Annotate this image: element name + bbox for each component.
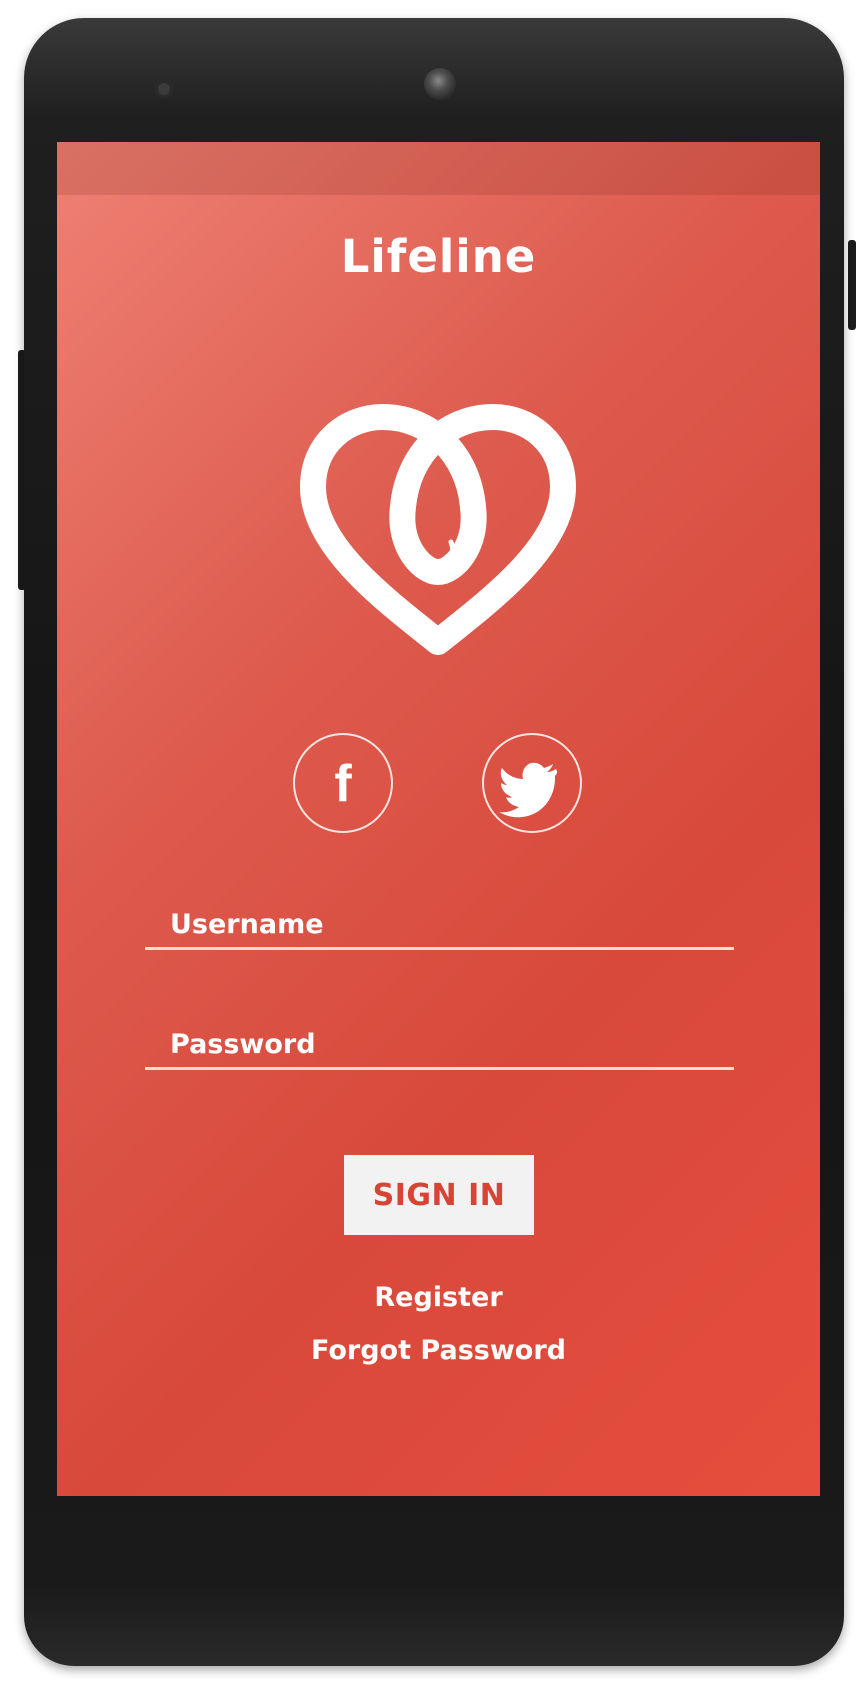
facebook-button[interactable]: f: [293, 733, 393, 833]
password-field[interactable]: [145, 1022, 734, 1070]
register-link[interactable]: Register: [57, 1282, 820, 1313]
twitter-icon: [499, 762, 558, 818]
facebook-icon: f: [334, 755, 352, 813]
twitter-button[interactable]: [482, 733, 582, 833]
status-bar: [57, 142, 820, 195]
username-field[interactable]: [145, 902, 734, 950]
svg-text:f: f: [334, 755, 352, 813]
sign-in-button[interactable]: SIGN IN: [344, 1155, 534, 1235]
username-input[interactable]: [170, 902, 710, 946]
app-title: Lifeline: [340, 230, 537, 283]
forgot-password-link[interactable]: Forgot Password: [57, 1335, 820, 1366]
heart-drop-icon: [300, 404, 576, 655]
app-screen: Lifeline f SIGN IN Register Forgot Passw…: [57, 142, 820, 1496]
sensor-dot: [155, 80, 173, 98]
password-input[interactable]: [170, 1022, 710, 1066]
front-camera: [424, 68, 456, 100]
power-button: [848, 240, 856, 330]
